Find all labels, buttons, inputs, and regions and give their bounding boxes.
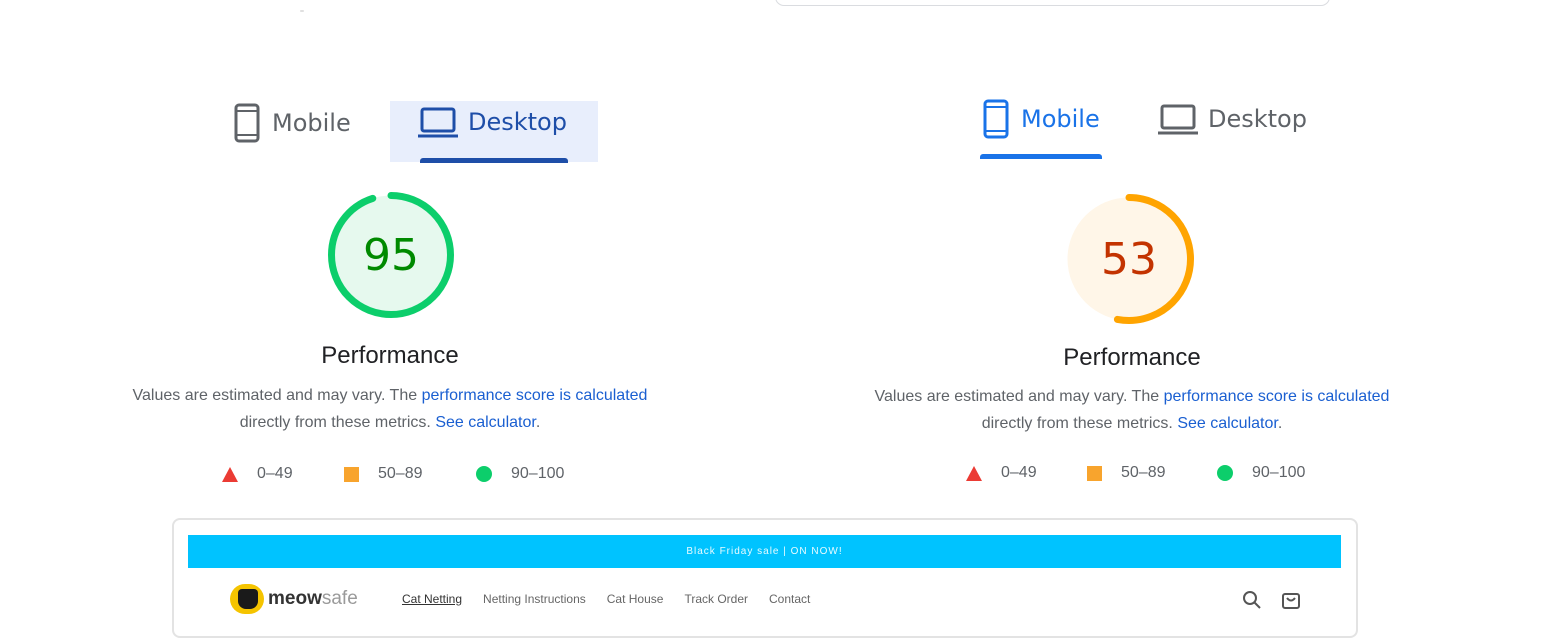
tab-mobile-underline bbox=[980, 154, 1102, 159]
description-text: Values are estimated and may vary. The bbox=[874, 388, 1164, 405]
score-gauge-left: 95 bbox=[327, 191, 455, 319]
see-calculator-link[interactable]: See calculator bbox=[435, 414, 536, 431]
legend-fail-label: 0–49 bbox=[1001, 464, 1037, 481]
description-text-2: directly from these metrics. bbox=[239, 414, 431, 431]
laptop-icon bbox=[418, 105, 458, 139]
phone-icon bbox=[232, 103, 262, 143]
score-legend: 0–49 50–89 90–100 bbox=[966, 464, 1305, 482]
score-description: Values are estimated and may vary. The p… bbox=[832, 383, 1432, 437]
legend-average-label: 50–89 bbox=[378, 465, 423, 482]
tab-desktop-label: Desktop bbox=[1208, 105, 1307, 133]
cat-logo-icon bbox=[230, 584, 264, 614]
url-input-bottom-edge[interactable] bbox=[775, 0, 1330, 6]
search-icon[interactable] bbox=[1242, 590, 1262, 615]
phone-icon bbox=[981, 99, 1011, 139]
tab-desktop[interactable]: Desktop bbox=[418, 102, 567, 142]
nav-item-cat-house[interactable]: Cat House bbox=[607, 592, 664, 606]
site-logo: meowsafe bbox=[230, 584, 358, 614]
score-gauge-right: 53 bbox=[1063, 193, 1195, 325]
nav-item-contact[interactable]: Contact bbox=[769, 592, 810, 606]
nav-item-cat-netting[interactable]: Cat Netting bbox=[402, 592, 462, 606]
description-text-2: directly from these metrics. bbox=[981, 415, 1173, 432]
legend-fail-label: 0–49 bbox=[257, 465, 293, 482]
performance-title: Performance bbox=[1063, 344, 1201, 371]
orange-square-icon bbox=[344, 466, 359, 482]
score-value: 95 bbox=[363, 229, 419, 281]
green-circle-icon bbox=[476, 466, 492, 482]
tab-desktop-underline bbox=[420, 158, 568, 163]
tab-desktop[interactable]: Desktop bbox=[1158, 99, 1307, 139]
score-description: Values are estimated and may vary. The p… bbox=[90, 382, 690, 436]
tab-mobile[interactable]: Mobile bbox=[981, 99, 1100, 139]
score-value: 53 bbox=[1101, 233, 1157, 285]
orange-square-icon bbox=[1087, 465, 1102, 481]
site-nav: Cat Netting Netting Instructions Cat Hou… bbox=[402, 592, 831, 606]
see-calculator-link[interactable]: See calculator bbox=[1177, 415, 1278, 432]
tab-mobile-label: Mobile bbox=[272, 109, 351, 137]
performance-title: Performance bbox=[321, 342, 459, 369]
decorative-speck bbox=[300, 10, 304, 12]
nav-item-track-order[interactable]: Track Order bbox=[684, 592, 748, 606]
cart-icon[interactable] bbox=[1281, 590, 1301, 615]
legend-pass-label: 90–100 bbox=[1252, 464, 1306, 481]
red-triangle-icon bbox=[222, 466, 238, 482]
legend-fail: 0–49 bbox=[222, 465, 344, 483]
legend-fail: 0–49 bbox=[966, 464, 1087, 482]
legend-pass-label: 90–100 bbox=[511, 465, 565, 482]
description-period: . bbox=[535, 414, 541, 431]
legend-average: 50–89 bbox=[344, 465, 476, 483]
nav-item-netting-instructions[interactable]: Netting Instructions bbox=[483, 592, 586, 606]
logo-brand: meow bbox=[268, 588, 322, 609]
legend-pass: 90–100 bbox=[476, 465, 564, 483]
description-text: Values are estimated and may vary. The bbox=[132, 387, 422, 404]
performance-score-link[interactable]: performance score is calculated bbox=[1164, 388, 1390, 405]
description-period: . bbox=[1277, 415, 1283, 432]
laptop-icon bbox=[1158, 102, 1198, 136]
red-triangle-icon bbox=[966, 465, 982, 481]
logo-suffix: safe bbox=[321, 588, 358, 609]
sale-banner: Black Friday sale | ON NOW! bbox=[188, 535, 1341, 568]
tab-mobile[interactable]: Mobile bbox=[232, 103, 351, 143]
score-legend: 0–49 50–89 90–100 bbox=[222, 465, 564, 483]
tab-mobile-label: Mobile bbox=[1021, 105, 1100, 133]
legend-average-label: 50–89 bbox=[1121, 464, 1166, 481]
logo-text: meowsafe bbox=[268, 588, 358, 610]
performance-score-link[interactable]: performance score is calculated bbox=[422, 387, 648, 404]
tab-desktop-label: Desktop bbox=[468, 108, 567, 136]
page-screenshot-preview: Black Friday sale | ON NOW! meowsafe Cat… bbox=[172, 518, 1358, 638]
green-circle-icon bbox=[1217, 465, 1233, 481]
legend-pass: 90–100 bbox=[1217, 464, 1305, 482]
legend-average: 50–89 bbox=[1087, 464, 1217, 482]
